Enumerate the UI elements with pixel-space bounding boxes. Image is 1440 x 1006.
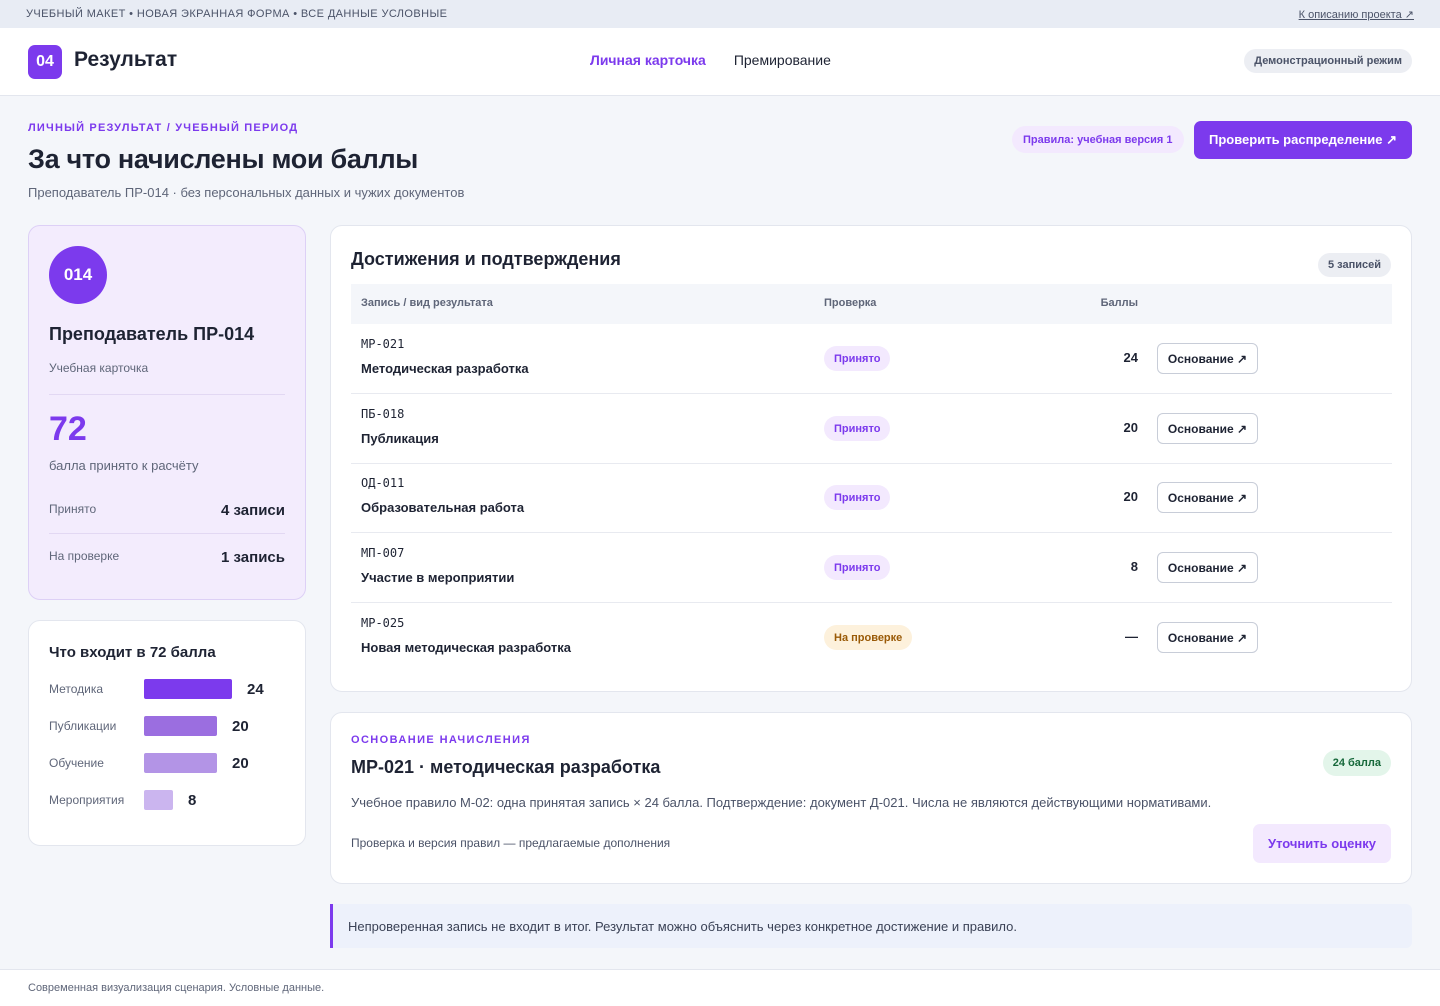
breakdown-row: Методика 24 <box>49 679 289 699</box>
records-count-badge: 5 записей <box>1317 253 1391 277</box>
divider <box>49 394 285 395</box>
status-badge: Принято <box>824 416 891 441</box>
breakdown-value: 20 <box>232 718 249 735</box>
basis-button[interactable]: Основание ↗ <box>1157 482 1258 513</box>
demo-mode-badge: Демонстрационный режим <box>1244 49 1412 73</box>
status-badge: На проверке <box>824 625 913 650</box>
table-row: ОД-011 Образовательная работа Принято 20… <box>351 463 1392 533</box>
record-name: Публикация <box>361 431 439 446</box>
breakdown-label: Мероприятия <box>49 793 125 807</box>
app-header: 04 Результат Личная карточка Премировани… <box>0 28 1440 96</box>
table-header: Запись / вид результата Проверка Баллы <box>351 284 1392 324</box>
breakdown-row: Обучение 20 <box>49 753 289 773</box>
record-code: МР-025 <box>361 616 405 630</box>
breakdown-label: Публикации <box>49 719 117 733</box>
basis-note: Проверка и версия правил — предлагаемые … <box>351 836 671 850</box>
logo-badge: 04 <box>28 45 62 79</box>
page-subtitle: Преподаватель ПР-014 · без персональных … <box>28 185 465 200</box>
stat-pending-value: 1 запись <box>221 549 285 566</box>
main-nav: Личная карточка Премирование <box>590 52 831 68</box>
record-points: 20 <box>1123 489 1138 504</box>
breakdown-title: Что входит в 72 балла <box>49 644 216 661</box>
page-title: За что начислены мои баллы <box>28 144 419 174</box>
profile-role: Учебная карточка <box>49 361 149 375</box>
record-name: Образовательная работа <box>361 500 525 515</box>
score-caption: балла принято к расчёту <box>49 458 199 473</box>
basis-description: Учебное правило М-02: одна принятая запи… <box>351 795 1212 810</box>
achievements-card: Достижения и подтверждения 5 записей Зап… <box>330 225 1412 692</box>
breakdown-label: Методика <box>49 682 104 696</box>
column-header-record: Запись / вид результата <box>361 297 493 309</box>
avatar: 014 <box>49 246 107 304</box>
breakdown-label: Обучение <box>49 756 104 770</box>
record-points: 24 <box>1123 350 1138 365</box>
column-header-points: Баллы <box>1100 297 1138 309</box>
profile-card: 014 Преподаватель ПР-014 Учебная карточк… <box>28 225 306 600</box>
score-breakdown-card: Что входит в 72 балла Методика 24 Публик… <box>28 620 306 846</box>
breakdown-bar <box>144 790 173 810</box>
stat-pending-label: На проверке <box>49 549 120 563</box>
status-badge: Принято <box>824 485 891 510</box>
accrual-basis-card: ОСНОВАНИЕ НАЧИСЛЕНИЯ МР-021 · методическ… <box>330 712 1412 884</box>
record-code: МР-021 <box>361 337 405 351</box>
footer: Современная визуализация сценария. Услов… <box>0 969 1440 1006</box>
profile-name: Преподаватель ПР-014 <box>49 324 255 344</box>
divider <box>49 533 285 534</box>
breakdown-bar <box>144 753 217 773</box>
project-description-link[interactable]: К описанию проекта ↗ <box>1299 8 1414 21</box>
total-score: 72 <box>49 410 87 448</box>
nav-bonus[interactable]: Премирование <box>734 52 831 68</box>
page-eyebrow: ЛИЧНЫЙ РЕЗУЛЬТАТ / УЧЕБНЫЙ ПЕРИОД <box>28 122 299 134</box>
rules-version-badge: Правила: учебная версия 1 <box>1012 126 1184 153</box>
column-header-check: Проверка <box>824 297 877 309</box>
record-code: ПБ-018 <box>361 407 405 421</box>
achievements-title: Достижения и подтверждения <box>351 249 621 269</box>
basis-eyebrow: ОСНОВАНИЕ НАЧИСЛЕНИЯ <box>351 734 531 746</box>
breakdown-value: 20 <box>232 755 249 772</box>
record-points: 8 <box>1130 559 1138 574</box>
stat-accepted-label: Принято <box>49 502 97 516</box>
table-row: МР-025 Новая методическая разработка На … <box>351 603 1392 673</box>
record-name: Новая методическая разработка <box>361 640 571 655</box>
breakdown-bar <box>144 679 232 699</box>
refine-score-button[interactable]: Уточнить оценку <box>1253 824 1391 863</box>
table-row: ПБ-018 Публикация Принято 20 Основание ↗ <box>351 394 1392 464</box>
table-row: МП-007 Участие в мероприятии Принято 8 О… <box>351 533 1392 603</box>
record-code: МП-007 <box>361 546 405 560</box>
status-badge: Принято <box>824 346 891 371</box>
record-points: 20 <box>1123 420 1138 435</box>
record-code: ОД-011 <box>361 476 405 490</box>
basis-button[interactable]: Основание ↗ <box>1157 622 1258 653</box>
top-banner: УЧЕБНЫЙ МАКЕТ • НОВАЯ ЭКРАННАЯ ФОРМА • В… <box>0 0 1440 28</box>
table-row: МР-021 Методическая разработка Принято 2… <box>351 324 1392 394</box>
points-badge: 24 балла <box>1322 750 1391 776</box>
check-distribution-button[interactable]: Проверить распределение ↗ <box>1194 121 1412 159</box>
nav-personal-card[interactable]: Личная карточка <box>590 52 706 68</box>
basis-button[interactable]: Основание ↗ <box>1157 552 1258 583</box>
breakdown-value: 24 <box>247 681 264 698</box>
status-badge: Принято <box>824 555 891 580</box>
basis-button[interactable]: Основание ↗ <box>1157 413 1258 444</box>
record-name: Участие в мероприятии <box>361 570 515 585</box>
breakdown-value: 8 <box>188 792 197 809</box>
record-name: Методическая разработка <box>361 361 529 376</box>
breakdown-bar <box>144 716 217 736</box>
banner-text: УЧЕБНЫЙ МАКЕТ • НОВАЯ ЭКРАННАЯ ФОРМА • В… <box>26 8 448 20</box>
breakdown-row: Публикации 20 <box>49 716 289 736</box>
basis-button[interactable]: Основание ↗ <box>1157 343 1258 374</box>
app-title: Результат <box>74 48 178 71</box>
stat-accepted-value: 4 записи <box>221 502 285 519</box>
info-notice: Непроверенная запись не входит в итог. Р… <box>330 904 1412 948</box>
basis-title: МР-021 · методическая разработка <box>351 757 661 777</box>
breakdown-row: Мероприятия 8 <box>49 790 289 810</box>
record-points: — <box>1125 629 1138 644</box>
